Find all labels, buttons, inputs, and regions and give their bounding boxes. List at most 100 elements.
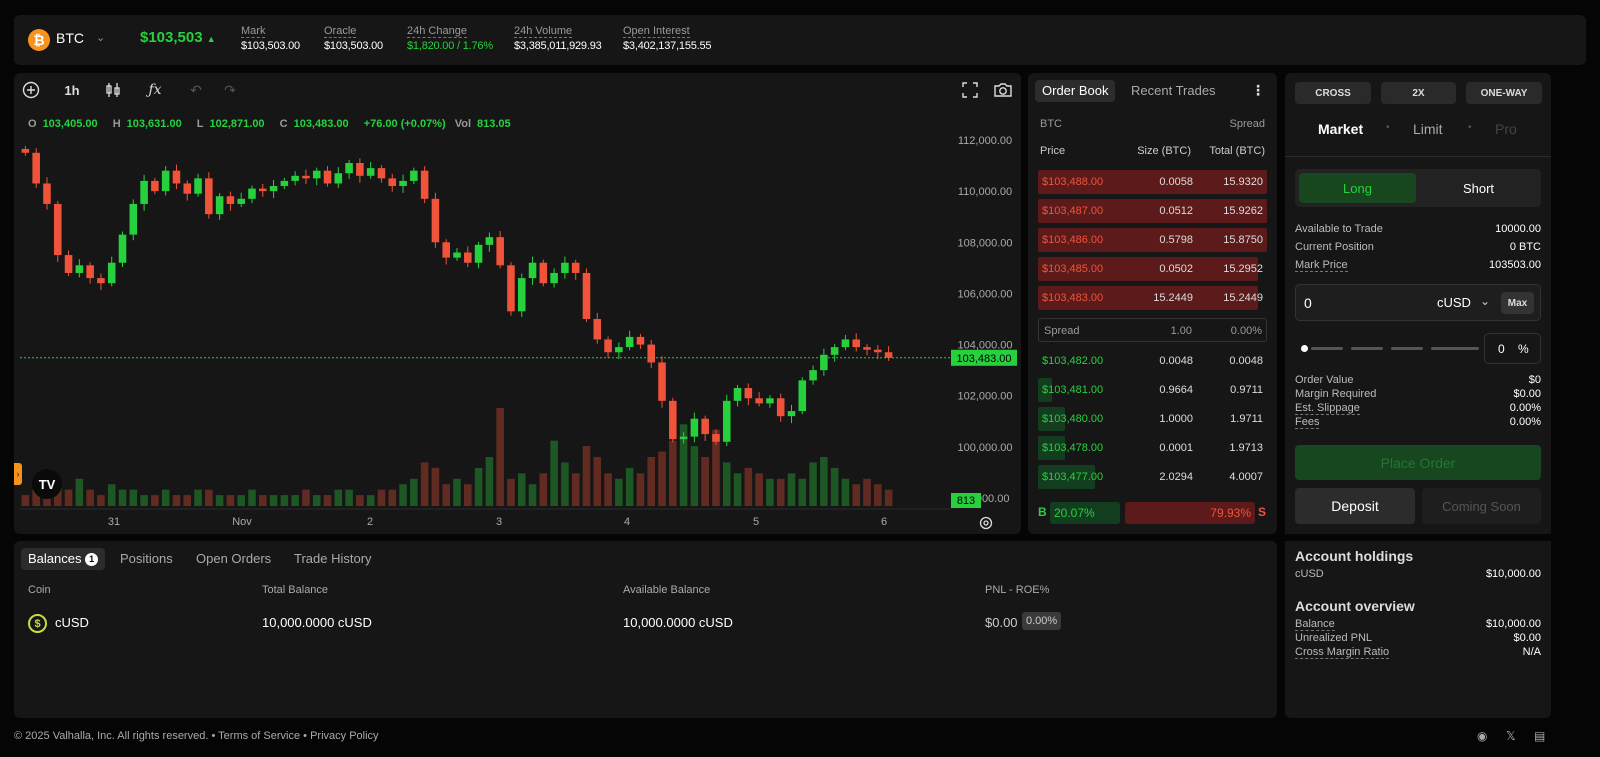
terms-link[interactable]: Terms of Service <box>218 730 300 742</box>
x-tick-label: 6 <box>881 516 887 528</box>
candle-body <box>140 180 148 204</box>
bid-row[interactable]: $103,478.00 0.0001 1.9713 <box>1038 436 1267 460</box>
volume-bar <box>431 467 440 506</box>
max-button[interactable]: Max <box>1501 292 1534 314</box>
chevron-down-icon[interactable]: ⌄ <box>96 31 105 44</box>
volume-bar <box>377 489 386 506</box>
currency-select[interactable]: cUSD <box>1437 295 1471 310</box>
volume-bar <box>582 446 591 506</box>
slider-handle[interactable] <box>1301 345 1308 352</box>
candle-body <box>118 234 127 263</box>
tab-market[interactable]: Market <box>1318 121 1363 137</box>
volume-bar <box>302 489 310 506</box>
margin-mode-button[interactable]: CROSS <box>1295 82 1371 104</box>
candle-body <box>312 170 321 179</box>
candle-body <box>561 262 569 273</box>
candle-body <box>345 163 353 174</box>
ob-total: 0.9711 <box>1230 384 1263 396</box>
privacy-link[interactable]: Privacy Policy <box>310 730 378 742</box>
volume-bar <box>776 478 785 506</box>
volume-bar <box>539 473 548 506</box>
ob-price: $103,488.00 <box>1042 176 1104 188</box>
volume-bar <box>442 484 450 506</box>
price-chart[interactable]: 112,000.00 110,000.00 108,000.00 106,000.00… <box>14 73 1021 534</box>
ask-row[interactable]: $103,487.00 0.0512 15.9262 <box>1038 199 1267 223</box>
candle-body <box>820 354 828 371</box>
volume-bar <box>820 457 828 506</box>
position-mode-button[interactable]: ONE-WAY <box>1466 82 1542 104</box>
candle-body <box>151 180 159 192</box>
tab-recent-trades[interactable]: Recent Trades <box>1124 80 1223 102</box>
ask-row[interactable]: $103,485.00 0.0502 15.2952 <box>1038 257 1267 281</box>
candle-body <box>194 178 202 194</box>
leverage-button[interactable]: 2X <box>1381 82 1456 104</box>
tab-limit[interactable]: Limit <box>1413 121 1443 137</box>
docs-icon[interactable]: ▤ <box>1534 729 1545 743</box>
deposit-button[interactable]: Deposit <box>1295 488 1415 524</box>
volume-bar <box>604 473 612 506</box>
chevron-down-icon[interactable]: ⌄ <box>1480 294 1490 308</box>
bid-row[interactable]: $103,482.00 0.0048 0.0048 <box>1038 349 1267 373</box>
size-slider[interactable] <box>1301 345 1479 352</box>
volume-bar <box>237 495 245 506</box>
tradingview-logo[interactable]: TV <box>32 469 62 499</box>
short-button[interactable]: Short <box>1420 173 1537 203</box>
bid-row[interactable]: $103,481.00 0.9664 0.9711 <box>1038 378 1267 402</box>
tab-positions[interactable]: Positions <box>113 548 180 570</box>
amount-input[interactable]: 0 <box>1304 295 1312 311</box>
candle-body <box>356 163 364 176</box>
candle-body <box>75 265 84 273</box>
discord-icon[interactable]: ◉ <box>1477 729 1487 743</box>
x-icon[interactable]: 𝕏 <box>1506 729 1516 743</box>
tab-trade-history[interactable]: Trade History <box>287 548 379 570</box>
chart-settings-icon[interactable] <box>978 515 994 531</box>
ob-total: 15.8750 <box>1223 234 1263 246</box>
candle-body <box>32 152 40 184</box>
long-button[interactable]: Long <box>1299 173 1416 203</box>
ob-price: $103,480.00 <box>1042 413 1104 425</box>
bid-row[interactable]: $103,477.00 2.0294 4.0007 <box>1038 465 1267 489</box>
volume-bar <box>669 440 677 506</box>
volume-bar <box>356 495 364 506</box>
percent-field[interactable]: 0 % <box>1484 333 1541 364</box>
ob-size: 0.0512 <box>1159 205 1193 217</box>
candle-body <box>539 262 548 284</box>
ob-size: 0.0058 <box>1159 176 1193 188</box>
roe-badge: 0.00% <box>1022 612 1062 630</box>
tab-balances[interactable]: Balances 1 <box>21 548 106 570</box>
y-tick-label: 102,000.00 <box>957 391 1012 403</box>
tab-pro[interactable]: Pro <box>1495 121 1517 137</box>
ask-row[interactable]: $103,483.00 15.2449 15.2449 <box>1038 286 1267 310</box>
stat-mark: Mark $103,503.00 <box>241 25 300 52</box>
chart-panel: 1h ƒx ↶ ↷ O 103,405.00 H 103,631.00 L 102,8… <box>14 73 1021 534</box>
coming-soon-button[interactable]: Coming Soon <box>1422 488 1541 524</box>
order-entry-panel: CROSS 2X ONE-WAY Market • Limit • Pro Lo… <box>1285 73 1551 718</box>
candle-body <box>399 180 407 187</box>
y-tick-label: 106,000.00 <box>957 288 1012 300</box>
more-options-icon[interactable]: ⋮ <box>1251 82 1265 99</box>
ob-total: 15.9262 <box>1223 205 1263 217</box>
ask-row[interactable]: $103,486.00 0.5798 15.8750 <box>1038 228 1267 252</box>
candle-body <box>53 203 62 256</box>
candle-body <box>129 203 138 235</box>
ob-size: 2.0294 <box>1159 471 1193 483</box>
place-order-button[interactable]: Place Order <box>1295 445 1541 480</box>
candle-body <box>690 418 699 437</box>
tab-open-orders[interactable]: Open Orders <box>189 548 278 570</box>
ob-price: $103,483.00 <box>1042 292 1104 304</box>
symbol-label[interactable]: BTC <box>56 30 84 46</box>
candle-body <box>302 175 310 179</box>
ob-asset: BTC <box>1040 118 1062 130</box>
ask-row[interactable]: $103,488.00 0.0058 15.9320 <box>1038 170 1267 194</box>
candle-body <box>334 173 343 184</box>
candle-body <box>183 183 192 194</box>
candle-body <box>464 252 472 263</box>
tab-order-book[interactable]: Order Book <box>1035 80 1116 102</box>
bid-row[interactable]: $103,480.00 1.0000 1.9711 <box>1038 407 1267 431</box>
volume-bar <box>809 462 817 506</box>
panel-toggle-handle[interactable]: › <box>14 463 22 485</box>
volume-bar <box>647 457 655 506</box>
amount-field[interactable]: 0 cUSD ⌄ Max <box>1295 284 1541 321</box>
volume-bar <box>852 484 861 506</box>
candle-body <box>21 148 30 153</box>
